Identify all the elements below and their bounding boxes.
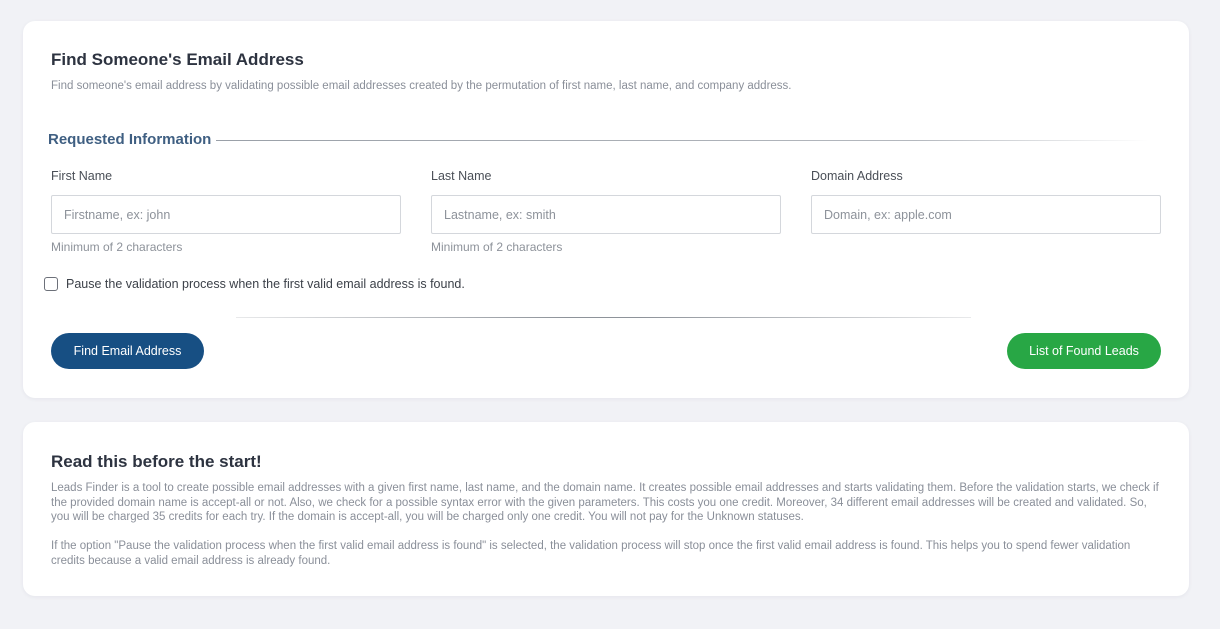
last-name-field-group: Last Name Minimum of 2 characters xyxy=(431,169,781,254)
email-finder-card: Find Someone's Email Address Find someon… xyxy=(23,21,1189,398)
domain-input[interactable] xyxy=(811,195,1161,234)
section-title-requested-information: Requested Information xyxy=(48,131,212,148)
domain-label: Domain Address xyxy=(811,169,903,183)
section-divider xyxy=(216,140,1148,141)
found-leads-button[interactable]: List of Found Leads xyxy=(1007,333,1161,369)
pause-validation-label[interactable]: Pause the validation process when the fi… xyxy=(66,277,465,291)
page-subtitle: Find someone's email address by validati… xyxy=(51,80,792,92)
domain-field-group: Domain Address xyxy=(811,169,1161,234)
instructions-paragraph: Leads Finder is a tool to create possibl… xyxy=(51,482,1159,523)
instructions-card: Read this before the start! Leads Finder… xyxy=(23,422,1189,596)
last-name-input[interactable] xyxy=(431,195,781,234)
first-name-field-group: First Name Minimum of 2 characters xyxy=(51,169,401,254)
pause-option-row[interactable]: Pause the validation process when the fi… xyxy=(44,277,465,291)
last-name-hint: Minimum of 2 characters xyxy=(431,240,563,254)
instructions-paragraph: If the option "Pause the validation proc… xyxy=(51,540,1131,567)
pause-validation-checkbox[interactable] xyxy=(44,277,58,291)
first-name-hint: Minimum of 2 characters xyxy=(51,240,183,254)
first-name-input[interactable] xyxy=(51,195,401,234)
instructions-title: Read this before the start! xyxy=(51,452,262,471)
find-email-button[interactable]: Find Email Address xyxy=(51,333,204,369)
first-name-label: First Name xyxy=(51,169,113,183)
page-title: Find Someone's Email Address xyxy=(51,50,304,69)
last-name-label: Last Name xyxy=(431,169,492,183)
actions-divider xyxy=(236,317,971,318)
